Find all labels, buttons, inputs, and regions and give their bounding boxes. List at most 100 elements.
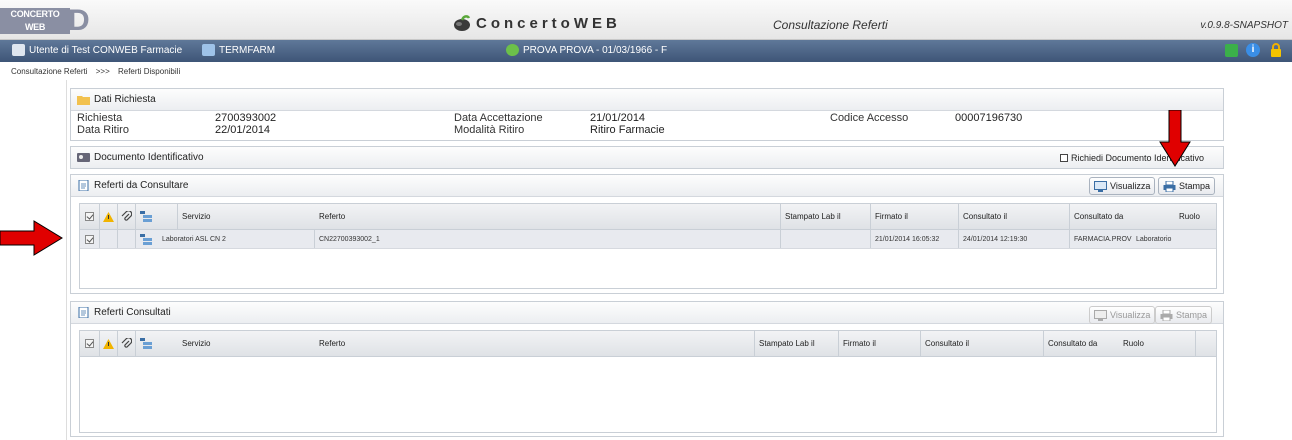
- annotation-arrow-right: [0, 220, 63, 256]
- dati-richiesta-title: Dati Richiesta: [94, 94, 156, 105]
- select-all-checkbox[interactable]: [80, 331, 100, 356]
- col-consultato-da[interactable]: Consultato da: [1070, 204, 1132, 229]
- referti-consultati-header: Referti Consultati: [71, 302, 1223, 324]
- codice-accesso-label: Codice Accesso: [830, 112, 909, 124]
- stampa-button[interactable]: Stampa: [1158, 177, 1216, 195]
- row-stampato: [781, 230, 871, 248]
- table-row[interactable]: Laboratori ASL CN 2 CN22700393002_1 21/0…: [80, 230, 1216, 249]
- warning-icon: [100, 331, 118, 356]
- logo-text: CONCERTO: [10, 9, 60, 19]
- grid-header: Servizio Referto Stampato Lab il Firmato…: [80, 204, 1216, 230]
- visualizza-label: Visualizza: [1110, 310, 1151, 320]
- printer-icon: [1163, 180, 1176, 192]
- patient-name: PROVA PROVA - 01/03/1966 - F: [523, 44, 668, 56]
- document-icon: [78, 307, 89, 318]
- breadcrumb-item-consultazione[interactable]: Consultazione Referti: [11, 67, 87, 76]
- printer-icon: [1160, 309, 1173, 321]
- referti-consultati-grid: Servizio Referto Stampato Lab il Firmato…: [79, 330, 1217, 433]
- left-divider: [66, 80, 67, 440]
- user-name: Utente di Test CONWEB Farmacie: [29, 44, 183, 56]
- row-checkbox[interactable]: [80, 230, 100, 248]
- col-referto[interactable]: Referto: [315, 331, 755, 356]
- row-attachment-cell: [118, 230, 136, 248]
- richiesta-value: 2700393002: [215, 112, 277, 124]
- checkbox-box[interactable]: [1060, 154, 1068, 162]
- brand-name: ConcertoWEB: [476, 14, 621, 32]
- col-firmato[interactable]: Firmato il: [839, 331, 921, 356]
- col-firmato[interactable]: Firmato il: [871, 204, 959, 229]
- referti-da-consultare-title: Referti da Consultare: [94, 180, 189, 191]
- breadcrumb-item-disponibili: Referti Disponibili: [117, 67, 181, 76]
- terminal-info[interactable]: TERMFARM: [202, 44, 275, 56]
- visualizza-button[interactable]: Visualizza: [1089, 177, 1156, 195]
- documento-header: Documento Identificativo: [71, 147, 1223, 168]
- col-servizio[interactable]: [136, 204, 178, 229]
- col-stampato[interactable]: Stampato Lab il: [781, 204, 871, 229]
- terminal-icon: [202, 44, 215, 56]
- home-icon[interactable]: [1225, 44, 1238, 57]
- referti-consultati-title: Referti Consultati: [94, 307, 171, 318]
- patient-add-icon: [506, 44, 519, 56]
- documento-title: Documento Identificativo: [94, 152, 204, 163]
- documento-panel: Documento Identificativo Richiedi Docume…: [70, 146, 1224, 169]
- grid-header: Servizio Referto Stampato Lab il Firmato…: [80, 331, 1216, 357]
- brand: ConcertoWEB: [452, 11, 621, 35]
- referti-da-consultare-header: Referti da Consultare: [71, 175, 1223, 197]
- breadcrumb-separator: >>>: [95, 67, 110, 76]
- row-referto[interactable]: CN22700393002_1: [315, 230, 781, 248]
- col-servizio[interactable]: [136, 331, 178, 356]
- warning-icon: [100, 204, 118, 229]
- terminal-name: TERMFARM: [219, 44, 276, 56]
- col-ruolo[interactable]: Ruolo: [1175, 204, 1218, 229]
- select-all-checkbox[interactable]: [80, 204, 100, 229]
- row-servizio: Laboratori ASL CN 2: [136, 230, 315, 248]
- user-bar: Utente di Test CONWEB Farmacie TERMFARM …: [0, 40, 1292, 62]
- data-ritiro-value: 22/01/2014: [215, 124, 271, 136]
- row-firmato: 21/01/2014 16:05:32: [871, 230, 959, 248]
- col-ruolo[interactable]: Ruolo: [1119, 331, 1196, 356]
- modalita-ritiro-value: Ritiro Farmacie: [590, 124, 665, 136]
- top-header: CONCERTO WEB D ConcertoWEB Consultazione …: [0, 0, 1292, 40]
- info-icon[interactable]: i: [1246, 43, 1260, 57]
- visualizza-label: Visualizza: [1110, 181, 1151, 191]
- referti-da-consultare-grid: Servizio Referto Stampato Lab il Firmato…: [79, 203, 1217, 289]
- document-icon: [78, 180, 89, 191]
- data-accettazione-value: 21/01/2014: [590, 112, 646, 124]
- col-stampato[interactable]: Stampato Lab il: [755, 331, 839, 356]
- patient-info: PROVA PROVA - 01/03/1966 - F: [506, 44, 667, 56]
- col-servizio-label[interactable]: Servizio: [178, 331, 315, 356]
- list-icon: [140, 211, 152, 222]
- referti-consultati-panel: Referti Consultati Visualizza Stampa Ser…: [70, 301, 1224, 437]
- col-servizio-label[interactable]: Servizio: [178, 204, 315, 229]
- data-ritiro-label: Data Ritiro: [77, 124, 129, 136]
- stampa-label: Stampa: [1176, 310, 1208, 320]
- col-consultato[interactable]: Consultato il: [959, 204, 1070, 229]
- logo-subtext: WEB: [24, 22, 46, 32]
- row-consultato-da: FARMACIA.PROV: [1074, 235, 1132, 243]
- stampa-button-disabled[interactable]: Stampa: [1155, 306, 1213, 324]
- referti-da-consultare-panel: Referti da Consultare Visualizza Stampa …: [70, 174, 1224, 294]
- lock-icon[interactable]: [1270, 43, 1282, 57]
- list-icon: [140, 233, 152, 245]
- codice-accesso-value: 00007196730: [955, 112, 1023, 124]
- flask-logo-icon: [454, 15, 471, 31]
- stampa-label: Stampa: [1179, 181, 1211, 191]
- col-consultato[interactable]: Consultato il: [921, 331, 1044, 356]
- user-info[interactable]: Utente di Test CONWEB Farmacie: [12, 44, 182, 56]
- annotation-arrow-down: [1159, 110, 1191, 167]
- col-consultato-da[interactable]: Consultato da: [1044, 331, 1119, 356]
- version-label: v.0.9.8-SNAPSHOT: [1200, 20, 1288, 31]
- attachment-icon: [118, 204, 136, 229]
- breadcrumb: Consultazione Referti >>> Referti Dispon…: [11, 67, 186, 76]
- row-warning-cell: [100, 230, 118, 248]
- app-title: Consultazione Referti: [773, 18, 888, 32]
- id-card-icon: [77, 153, 90, 162]
- list-icon: [140, 338, 152, 349]
- col-referto[interactable]: Referto: [315, 204, 781, 229]
- modalita-ritiro-label: Modalità Ritiro: [454, 124, 525, 136]
- dati-richiesta-header: Dati Richiesta: [71, 89, 1223, 111]
- monitor-icon: [1094, 309, 1107, 321]
- data-accettazione-label: Data Accettazione: [454, 112, 543, 124]
- row-servizio-text: Laboratori ASL CN 2: [162, 235, 226, 243]
- visualizza-button-disabled[interactable]: Visualizza: [1089, 306, 1156, 324]
